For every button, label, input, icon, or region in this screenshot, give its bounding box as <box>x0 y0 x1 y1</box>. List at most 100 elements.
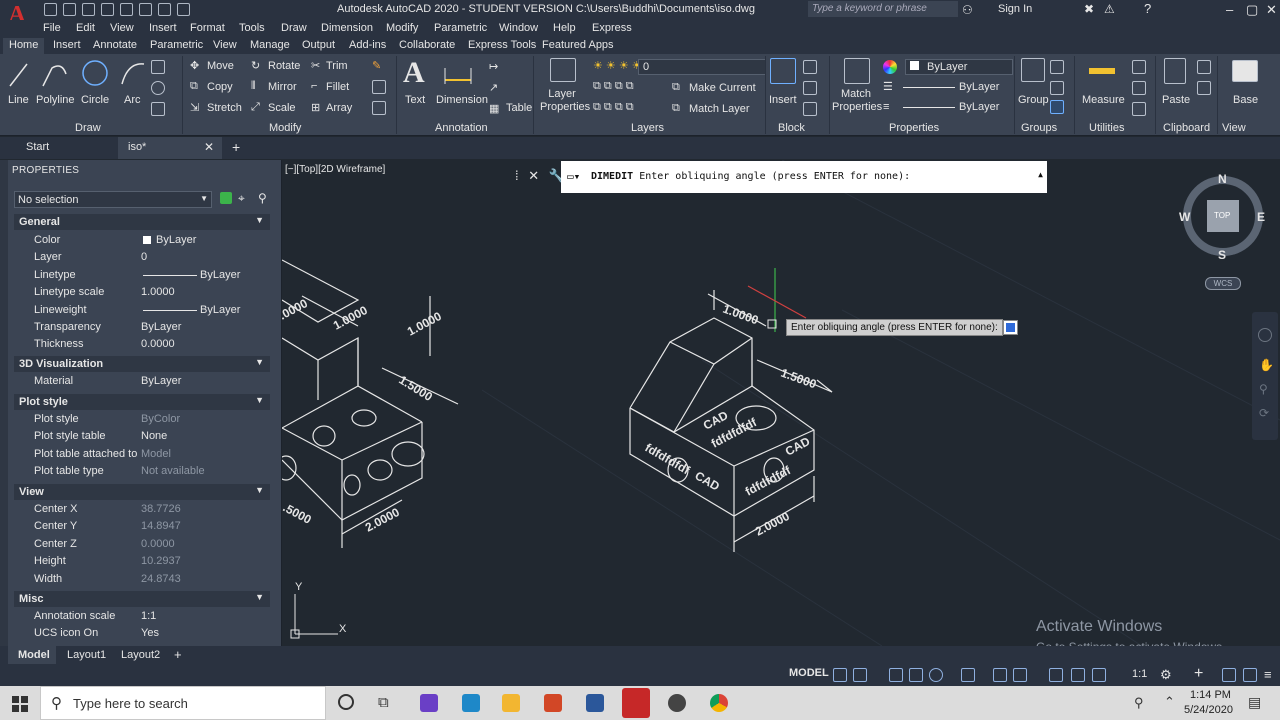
menu-draw[interactable]: Draw <box>281 22 307 34</box>
annotation-scale[interactable]: 1:1 <box>1132 668 1147 680</box>
layers-panel-label[interactable]: Layers <box>631 122 664 134</box>
close-button[interactable]: ✕ <box>1266 2 1277 18</box>
create-block-icon[interactable] <box>803 60 817 74</box>
view-section[interactable]: View ▼ <box>14 484 270 500</box>
compass-w[interactable]: W <box>1179 210 1190 224</box>
color-dropdown[interactable]: ByLayer <box>905 59 1013 75</box>
tab-express-tools[interactable]: Express Tools <box>462 39 542 51</box>
auto-scale-icon[interactable] <box>1092 668 1106 682</box>
property-value[interactable]: ByLayer <box>141 321 181 333</box>
property-value[interactable]: Yes <box>141 627 159 639</box>
id-point-icon[interactable] <box>1132 102 1146 116</box>
taskbar-search-box[interactable]: ⚲ Type here to search <box>40 686 326 720</box>
array-button[interactable]: Array <box>326 102 352 114</box>
fillet-button[interactable]: Fillet <box>326 81 349 93</box>
hardware-acceleration-icon[interactable] <box>1243 668 1257 682</box>
taskbar-time[interactable]: 1:14 PM <box>1190 689 1231 701</box>
property-value[interactable]: ByLayer <box>200 304 240 316</box>
save-as-icon[interactable] <box>101 3 114 16</box>
menu-express[interactable]: Express <box>592 22 632 34</box>
tab-output[interactable]: Output <box>296 39 341 51</box>
ortho-icon[interactable] <box>889 668 903 682</box>
insert-button[interactable]: Insert <box>769 94 797 106</box>
property-value[interactable]: 1.0000 <box>141 286 175 298</box>
explode-icon[interactable] <box>372 80 386 94</box>
close-tab-icon[interactable]: ✕ <box>204 140 214 154</box>
property-row[interactable]: Height 10.2937 <box>14 553 270 570</box>
pan-icon[interactable]: ✋ <box>1259 358 1274 372</box>
hatch-icon[interactable] <box>151 81 165 95</box>
property-row[interactable]: Width 24.8743 <box>14 571 270 588</box>
grid-icon[interactable] <box>833 668 847 682</box>
dynamic-input-field[interactable] <box>1003 320 1018 335</box>
text-button[interactable]: Text <box>405 94 425 106</box>
web-mobile-icon[interactable] <box>120 3 133 16</box>
property-value[interactable]: 10.2937 <box>141 555 181 567</box>
polyline-button[interactable]: Polyline <box>36 94 75 106</box>
grip-icon[interactable]: ⁞ <box>515 168 519 183</box>
offset-icon[interactable] <box>372 101 386 115</box>
word-icon[interactable] <box>586 694 604 712</box>
annotation-panel-label[interactable]: Annotation <box>435 122 488 134</box>
annotation-visibility-icon[interactable] <box>1071 668 1085 682</box>
viewcube-top-face[interactable]: TOP <box>1214 211 1230 220</box>
menu-view[interactable]: View <box>110 22 134 34</box>
file-explorer-icon[interactable] <box>502 694 520 712</box>
layer-properties-button[interactable]: Layer Properties <box>540 88 590 114</box>
property-value[interactable]: 0.0000 <box>141 538 175 550</box>
match-properties-button[interactable]: Match Properties <box>832 88 882 114</box>
tab-view[interactable]: View <box>207 39 243 51</box>
task-view-icon[interactable]: ⧉ <box>378 694 389 711</box>
close-command-icon[interactable]: ✕ <box>528 168 539 183</box>
property-value[interactable]: None <box>141 430 167 442</box>
arc-button[interactable]: Arc <box>124 94 141 106</box>
command-history-icon[interactable]: ▲ <box>1038 170 1043 179</box>
property-row[interactable]: Center Y 14.8947 <box>14 518 270 535</box>
tab-annotate[interactable]: Annotate <box>87 39 143 51</box>
object-snap-icon[interactable] <box>1013 668 1027 682</box>
cut-icon[interactable] <box>1197 60 1211 74</box>
polar-tracking-icon[interactable] <box>929 668 943 682</box>
iso-file-tab[interactable]: iso* ✕ <box>118 137 222 159</box>
tab-insert[interactable]: Insert <box>47 39 87 51</box>
mirror-button[interactable]: Mirror <box>268 81 297 93</box>
layer-state-icons[interactable]: ☀ ☀ ☀ ☀ <box>593 59 642 72</box>
toggle-pickadd-icon[interactable] <box>220 192 232 204</box>
selection-dropdown[interactable]: No selection ▼ <box>14 191 212 208</box>
connect-icon[interactable]: ⚠ <box>1104 2 1115 16</box>
menu-format[interactable]: Format <box>190 22 225 34</box>
viewcube[interactable]: N S E W TOP <box>1179 172 1266 262</box>
units-icon[interactable] <box>1222 668 1236 682</box>
powerpoint-icon[interactable] <box>544 694 562 712</box>
edit-attributes-icon[interactable] <box>803 102 817 116</box>
app-circle-icon[interactable] <box>668 694 686 712</box>
groups-panel-label[interactable]: Groups <box>1021 122 1057 134</box>
notifications-icon[interactable]: ▤ <box>1248 694 1261 711</box>
windows-start-icon[interactable] <box>12 696 28 712</box>
lineweight-dropdown[interactable]: ByLayer <box>899 100 1013 116</box>
trim-button[interactable]: Trim <box>326 60 348 72</box>
people-icon[interactable]: ⚲ <box>1134 695 1144 711</box>
menu-file[interactable]: File <box>43 22 61 34</box>
gradient-icon[interactable] <box>151 102 165 116</box>
rectangle-icon[interactable] <box>151 60 165 74</box>
viz3d-section[interactable]: 3D Visualization ▼ <box>14 356 270 372</box>
property-value[interactable]: 14.8947 <box>141 520 181 532</box>
quick-select-icon[interactable]: ⚲ <box>258 191 267 205</box>
chrome-icon[interactable] <box>710 694 728 712</box>
model-tab[interactable]: Model <box>8 646 56 664</box>
isodraft-icon[interactable] <box>961 668 975 682</box>
taskbar-date[interactable]: 5/24/2020 <box>1184 704 1233 716</box>
measure-button[interactable]: Measure <box>1082 94 1125 106</box>
object-snap-tracking-icon[interactable] <box>993 668 1007 682</box>
search-input[interactable]: Type a keyword or phrase <box>808 1 958 17</box>
view-panel-label[interactable]: View <box>1222 122 1246 134</box>
customization-icon[interactable]: ≡ <box>1264 667 1272 682</box>
menu-tools[interactable]: Tools <box>239 22 265 34</box>
match-layer-button[interactable]: Match Layer <box>689 103 750 115</box>
utilities-panel-label[interactable]: Utilities <box>1089 122 1124 134</box>
drawing-canvas[interactable]: 1.0000 1.0000 1.5000 2.0000 .0000 .5000 <box>282 160 1280 646</box>
dimension-button[interactable]: Dimension <box>436 94 488 106</box>
command-prompt-icon[interactable]: ▭▾ <box>567 170 580 183</box>
property-row[interactable]: Plot table type Not available <box>14 463 270 480</box>
